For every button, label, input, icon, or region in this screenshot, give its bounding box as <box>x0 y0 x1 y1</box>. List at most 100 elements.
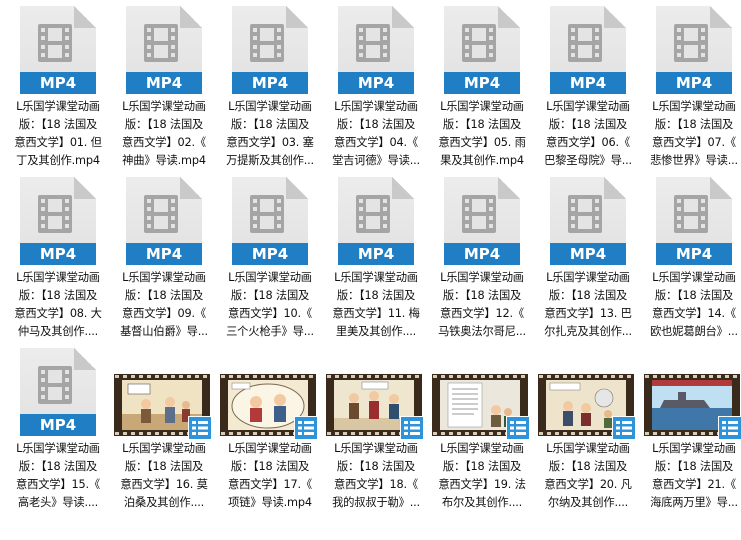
file-item[interactable]: MP4 L乐国学课堂动画 版：【18 法国及 意西文学】07.《 悲惨世界》导读.… <box>642 0 741 168</box>
file-name[interactable]: L乐国学课堂动画 版：【18 法国及 意西文学】16. 莫 泊桑及其创作.... <box>112 440 216 512</box>
file-name[interactable]: L乐国学课堂动画 版：【18 法国及 意西文学】17.《 项链》导读.mp4 <box>218 440 322 512</box>
film-icon <box>38 24 72 62</box>
mp4-badge: MP4 <box>232 72 308 94</box>
file-thumbnail[interactable] <box>642 342 741 440</box>
file-name[interactable]: L乐国学课堂动画 版：【18 法国及 意西文学】15.《 高老头》导读.... <box>6 440 110 512</box>
file-thumbnail[interactable]: MP4 <box>324 0 428 98</box>
file-thumbnail[interactable]: MP4 <box>218 171 322 269</box>
mp4-badge: MP4 <box>550 72 626 94</box>
file-name[interactable]: L乐国学课堂动画 版：【18 法国及 意西文学】21.《 海底两万里》导... <box>642 440 741 512</box>
file-thumbnail[interactable]: MP4 <box>112 0 216 98</box>
film-icon <box>250 195 284 233</box>
video-file-icon <box>294 416 318 440</box>
file-thumbnail[interactable]: MP4 <box>112 171 216 269</box>
file-item[interactable]: MP4 L乐国学课堂动画 版：【18 法国及 意西文学】01. 但 丁及其创作.m… <box>6 0 110 168</box>
film-icon <box>38 195 72 233</box>
video-file-icon <box>400 416 424 440</box>
film-icon <box>144 195 178 233</box>
file-name[interactable]: L乐国学课堂动画 版：【18 法国及 意西文学】14.《 欧也妮葛朗台》... <box>642 269 741 341</box>
file-name[interactable]: L乐国学课堂动画 版：【18 法国及 意西文学】04.《 堂吉诃德》导读... <box>324 98 428 170</box>
film-icon <box>38 366 72 404</box>
film-icon <box>674 24 708 62</box>
file-grid: MP4 L乐国学课堂动画 版：【18 法国及 意西文学】01. 但 丁及其创作.m… <box>0 0 741 540</box>
video-file-icon <box>188 416 212 440</box>
file-item[interactable]: L乐国学课堂动画 版：【18 法国及 意西文学】20. 凡 尔纳及其创作.... <box>536 342 640 510</box>
file-name[interactable]: L乐国学课堂动画 版：【18 法国及 意西文学】12.《 马铁奥法尔哥尼... <box>430 269 534 341</box>
file-thumbnail[interactable]: MP4 <box>536 0 640 98</box>
mp4-badge: MP4 <box>444 243 520 265</box>
file-thumbnail[interactable] <box>218 342 322 440</box>
mp4-badge: MP4 <box>126 72 202 94</box>
file-item[interactable]: MP4 L乐国学课堂动画 版：【18 法国及 意西文学】10.《 三个火枪手》导.… <box>218 171 322 339</box>
file-item[interactable]: MP4 L乐国学课堂动画 版：【18 法国及 意西文学】13. 巴 尔扎克及其创作… <box>536 171 640 339</box>
file-name[interactable]: L乐国学课堂动画 版：【18 法国及 意西文学】09.《 基督山伯爵》导... <box>112 269 216 341</box>
file-thumbnail[interactable]: MP4 <box>430 0 534 98</box>
file-name[interactable]: L乐国学课堂动画 版：【18 法国及 意西文学】13. 巴 尔扎克及其创作... <box>536 269 640 341</box>
file-thumbnail[interactable]: MP4 <box>430 171 534 269</box>
page-fold <box>74 6 96 28</box>
file-name[interactable]: L乐国学课堂动画 版：【18 法国及 意西文学】11. 梅 里美及其创作.... <box>324 269 428 341</box>
film-icon <box>568 195 602 233</box>
file-thumbnail[interactable] <box>430 342 534 440</box>
file-item[interactable]: MP4 L乐国学课堂动画 版：【18 法国及 意西文学】11. 梅 里美及其创作.… <box>324 171 428 339</box>
film-icon <box>144 24 178 62</box>
mp4-badge: MP4 <box>20 414 96 436</box>
file-thumbnail[interactable]: MP4 <box>6 0 110 98</box>
file-item[interactable]: MP4 L乐国学课堂动画 版：【18 法国及 意西文学】12.《 马铁奥法尔哥尼.… <box>430 171 534 339</box>
file-thumbnail[interactable]: MP4 <box>642 0 741 98</box>
video-file-icon <box>506 416 530 440</box>
file-name[interactable]: L乐国学课堂动画 版：【18 法国及 意西文学】18.《 我的叔叔于勒》... <box>324 440 428 512</box>
file-item[interactable]: L乐国学课堂动画 版：【18 法国及 意西文学】19. 法 布尔及其创作.... <box>430 342 534 510</box>
file-item[interactable]: MP4 L乐国学课堂动画 版：【18 法国及 意西文学】14.《 欧也妮葛朗台》.… <box>642 171 741 339</box>
file-name[interactable]: L乐国学课堂动画 版：【18 法国及 意西文学】07.《 悲惨世界》导读... <box>642 98 741 170</box>
file-item[interactable]: L乐国学课堂动画 版：【18 法国及 意西文学】18.《 我的叔叔于勒》... <box>324 342 428 510</box>
mp4-badge: MP4 <box>126 243 202 265</box>
page-fold <box>498 177 520 199</box>
file-item[interactable]: MP4 L乐国学课堂动画 版：【18 法国及 意西文学】05. 雨 果及其创作.m… <box>430 0 534 168</box>
file-thumbnail[interactable]: MP4 <box>536 171 640 269</box>
mp4-badge: MP4 <box>550 243 626 265</box>
file-thumbnail[interactable] <box>536 342 640 440</box>
file-name[interactable]: L乐国学课堂动画 版：【18 法国及 意西文学】06.《 巴黎圣母院》导... <box>536 98 640 170</box>
mp4-badge: MP4 <box>232 243 308 265</box>
file-name[interactable]: L乐国学课堂动画 版：【18 法国及 意西文学】20. 凡 尔纳及其创作.... <box>536 440 640 512</box>
video-file-icon <box>612 416 636 440</box>
file-thumbnail[interactable]: MP4 <box>218 0 322 98</box>
file-name[interactable]: L乐国学课堂动画 版：【18 法国及 意西文学】02.《 神曲》导读.mp4 <box>112 98 216 170</box>
file-name[interactable]: L乐国学课堂动画 版：【18 法国及 意西文学】19. 法 布尔及其创作.... <box>430 440 534 512</box>
film-icon <box>250 24 284 62</box>
mp4-badge: MP4 <box>338 243 414 265</box>
page-fold <box>180 6 202 28</box>
mp4-badge: MP4 <box>656 72 732 94</box>
file-item[interactable]: MP4 L乐国学课堂动画 版：【18 法国及 意西文学】15.《 高老头》导读..… <box>6 342 110 510</box>
file-item[interactable]: MP4 L乐国学课堂动画 版：【18 法国及 意西文学】02.《 神曲》导读.mp… <box>112 0 216 168</box>
file-thumbnail[interactable] <box>324 342 428 440</box>
file-name[interactable]: L乐国学课堂动画 版：【18 法国及 意西文学】10.《 三个火枪手》导... <box>218 269 322 341</box>
file-thumbnail[interactable]: MP4 <box>642 171 741 269</box>
mp4-badge: MP4 <box>338 72 414 94</box>
file-item[interactable]: L乐国学课堂动画 版：【18 法国及 意西文学】21.《 海底两万里》导... <box>642 342 741 510</box>
file-thumbnail[interactable] <box>112 342 216 440</box>
file-thumbnail[interactable]: MP4 <box>6 342 110 440</box>
mp4-badge: MP4 <box>20 243 96 265</box>
file-name[interactable]: L乐国学课堂动画 版：【18 法国及 意西文学】03. 塞 万提斯及其创作... <box>218 98 322 170</box>
file-item[interactable]: MP4 L乐国学课堂动画 版：【18 法国及 意西文学】06.《 巴黎圣母院》导.… <box>536 0 640 168</box>
file-thumbnail[interactable]: MP4 <box>6 171 110 269</box>
page-fold <box>710 6 732 28</box>
film-icon <box>462 24 496 62</box>
file-item[interactable]: MP4 L乐国学课堂动画 版：【18 法国及 意西文学】09.《 基督山伯爵》导.… <box>112 171 216 339</box>
film-icon <box>356 24 390 62</box>
file-item[interactable]: MP4 L乐国学课堂动画 版：【18 法国及 意西文学】03. 塞 万提斯及其创作… <box>218 0 322 168</box>
file-item[interactable]: MP4 L乐国学课堂动画 版：【18 法国及 意西文学】04.《 堂吉诃德》导读.… <box>324 0 428 168</box>
page-fold <box>286 177 308 199</box>
file-name[interactable]: L乐国学课堂动画 版：【18 法国及 意西文学】08. 大 仲马及其创作.... <box>6 269 110 341</box>
page-fold <box>604 177 626 199</box>
file-item[interactable]: MP4 L乐国学课堂动画 版：【18 法国及 意西文学】08. 大 仲马及其创作.… <box>6 171 110 339</box>
file-name[interactable]: L乐国学课堂动画 版：【18 法国及 意西文学】05. 雨 果及其创作.mp4 <box>430 98 534 170</box>
file-thumbnail[interactable]: MP4 <box>324 171 428 269</box>
file-item[interactable]: L乐国学课堂动画 版：【18 法国及 意西文学】16. 莫 泊桑及其创作.... <box>112 342 216 510</box>
file-name[interactable]: L乐国学课堂动画 版：【18 法国及 意西文学】01. 但 丁及其创作.mp4 <box>6 98 110 170</box>
page-fold <box>74 348 96 370</box>
mp4-badge: MP4 <box>444 72 520 94</box>
file-item[interactable]: L乐国学课堂动画 版：【18 法国及 意西文学】17.《 项链》导读.mp4 <box>218 342 322 510</box>
